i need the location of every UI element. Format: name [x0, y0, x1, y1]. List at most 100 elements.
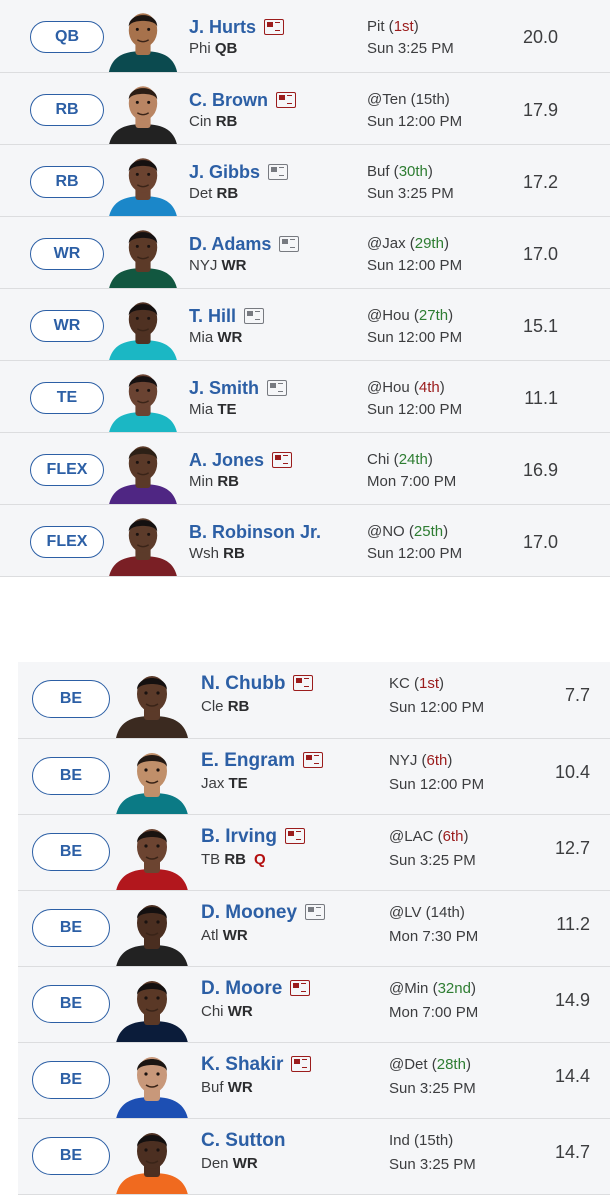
news-icon[interactable] [272, 452, 293, 468]
game-time: Sun 12:00 PM [367, 113, 463, 130]
player-headshot[interactable] [104, 361, 182, 432]
lineup-slot-button[interactable]: BE [32, 757, 110, 795]
lineup-slot-button[interactable]: TE [30, 382, 104, 414]
lineup-slot-button[interactable]: BE [32, 909, 110, 947]
player-name[interactable]: E. Engram [201, 750, 295, 771]
lineup-slot-button[interactable]: WR [30, 310, 104, 342]
player-team: Mia [189, 329, 214, 346]
player-row[interactable]: FLEX A. Jones Min RB Chi (24th) Mon 7:00… [0, 432, 610, 504]
player-name-link[interactable]: K. Shakir [201, 1054, 312, 1076]
opponent-team: Chi [367, 451, 390, 468]
player-team-position: TB RB Q [201, 851, 266, 868]
player-headshot[interactable] [104, 217, 182, 288]
player-team: Phi [189, 40, 211, 57]
player-name[interactable]: D. Adams [189, 234, 271, 254]
player-headshot[interactable] [112, 662, 192, 738]
player-name-link[interactable]: E. Engram [201, 750, 323, 772]
news-icon[interactable] [291, 1056, 312, 1072]
player-name[interactable]: K. Shakir [201, 1054, 283, 1075]
player-name[interactable]: D. Moore [201, 978, 282, 999]
news-icon[interactable] [267, 380, 288, 396]
lineup-slot-button[interactable]: QB [30, 21, 104, 53]
player-row[interactable]: FLEX B. Robinson Jr. Wsh RB @NO (25th) S… [0, 504, 610, 576]
news-icon[interactable] [264, 19, 285, 35]
news-icon[interactable] [302, 752, 323, 768]
player-headshot[interactable] [112, 1119, 192, 1194]
player-name-link[interactable]: A. Jones [189, 450, 293, 471]
player-name-link[interactable]: D. Moore [201, 978, 311, 1000]
opponent: @NO (25th) [367, 523, 449, 540]
lineup-slot-button[interactable]: BE [32, 833, 110, 871]
lineup-slot-button[interactable]: WR [30, 238, 104, 270]
player-headshot[interactable] [112, 739, 192, 814]
player-name[interactable]: T. Hill [189, 306, 236, 326]
player-name[interactable]: C. Sutton [201, 1130, 285, 1151]
player-row[interactable]: BE B. Irving TB RB Q @LAC (6th) Sun 3:25 … [18, 814, 610, 890]
player-name[interactable]: J. Hurts [189, 17, 256, 37]
player-headshot[interactable] [104, 505, 182, 576]
player-position: WR [217, 329, 243, 346]
player-headshot[interactable] [104, 0, 182, 72]
lineup-slot-button[interactable]: FLEX [30, 454, 104, 486]
player-row[interactable]: BE C. Sutton Den WR Ind (15th) Sun 3:25 … [18, 1118, 610, 1194]
opponent-team: @Min [389, 980, 429, 997]
lineup-slot-button[interactable]: BE [32, 1137, 110, 1175]
news-icon[interactable] [244, 308, 265, 324]
player-row[interactable]: RB J. Gibbs Det RB Buf (30th) Sun 3:25 P… [0, 144, 610, 216]
lineup-slot-button[interactable]: RB [30, 166, 104, 198]
news-icon[interactable] [279, 236, 300, 252]
player-name[interactable]: D. Mooney [201, 902, 297, 923]
player-name[interactable]: B. Robinson Jr. [189, 522, 321, 542]
player-name[interactable]: C. Brown [189, 90, 268, 110]
player-row[interactable]: RB C. Brown Cin RB @Ten (15th) Sun 12:00… [0, 72, 610, 144]
player-headshot[interactable] [104, 289, 182, 360]
player-name[interactable]: J. Smith [189, 378, 259, 398]
player-name-link[interactable]: D. Mooney [201, 902, 326, 924]
player-name-link[interactable]: T. Hill [189, 306, 265, 327]
lineup-slot-button[interactable]: BE [32, 1061, 110, 1099]
lineup-slot-button[interactable]: BE [32, 985, 110, 1023]
news-icon[interactable] [290, 980, 311, 996]
player-name-link[interactable]: J. Smith [189, 378, 288, 399]
player-row[interactable]: BE N. Chubb Cle RB KC (1st) Sun 12:00 PM… [18, 662, 610, 738]
projected-points: 17.0 [522, 244, 558, 264]
player-row[interactable]: WR D. Adams NYJ WR @Jax (29th) Sun 12:00… [0, 216, 610, 288]
player-team: Mia [189, 401, 214, 418]
player-row[interactable]: WR T. Hill Mia WR @Hou (27th) Sun 12:00 … [0, 288, 610, 360]
news-icon[interactable] [305, 904, 326, 920]
player-row[interactable]: QB J. Hurts Phi QB Pit (1st) Sun 3:25 PM… [0, 0, 610, 72]
player-headshot[interactable] [112, 891, 192, 966]
player-name-link[interactable]: C. Sutton [201, 1130, 285, 1152]
player-name[interactable]: J. Gibbs [189, 162, 260, 182]
news-icon[interactable] [268, 164, 289, 180]
news-icon[interactable] [276, 92, 296, 108]
player-name[interactable]: N. Chubb [201, 673, 285, 694]
player-name-link[interactable]: J. Hurts [189, 17, 285, 38]
player-row[interactable]: BE K. Shakir Buf WR @Det (28th) Sun 3:25… [18, 1042, 610, 1118]
player-name-link[interactable]: C. Brown [189, 90, 296, 111]
lineup-slot-button[interactable]: BE [32, 680, 110, 718]
player-headshot[interactable] [112, 815, 192, 890]
player-headshot[interactable] [104, 433, 182, 504]
player-name-link[interactable]: N. Chubb [201, 673, 314, 695]
player-headshot[interactable] [112, 967, 192, 1042]
player-name-link[interactable]: D. Adams [189, 234, 300, 255]
player-headshot[interactable] [104, 145, 182, 216]
player-name[interactable]: A. Jones [189, 450, 264, 470]
player-name-link[interactable]: B. Irving [201, 826, 306, 848]
player-row[interactable]: BE D. Mooney Atl WR @LV (14th) Mon 7:30 … [18, 890, 610, 966]
lineup-slot-button[interactable]: FLEX [30, 526, 104, 558]
player-row[interactable]: BE D. Moore Chi WR @Min (32nd) Mon 7:00 … [18, 966, 610, 1042]
news-icon[interactable] [293, 675, 314, 691]
player-position: RB [215, 113, 238, 130]
player-row[interactable]: BE E. Engram Jax TE NYJ (6th) Sun 12:00 … [18, 738, 610, 814]
news-icon[interactable] [285, 828, 306, 844]
player-name[interactable]: B. Irving [201, 826, 277, 847]
player-name-link[interactable]: J. Gibbs [189, 162, 289, 183]
player-headshot[interactable] [104, 73, 182, 144]
player-headshot[interactable] [112, 1043, 192, 1118]
player-team-position: Cin RB [189, 113, 245, 130]
player-row[interactable]: TE J. Smith Mia TE @Hou (4th) Sun 12:00 … [0, 360, 610, 432]
lineup-slot-button[interactable]: RB [30, 94, 104, 126]
player-name-link[interactable]: B. Robinson Jr. [189, 522, 321, 543]
